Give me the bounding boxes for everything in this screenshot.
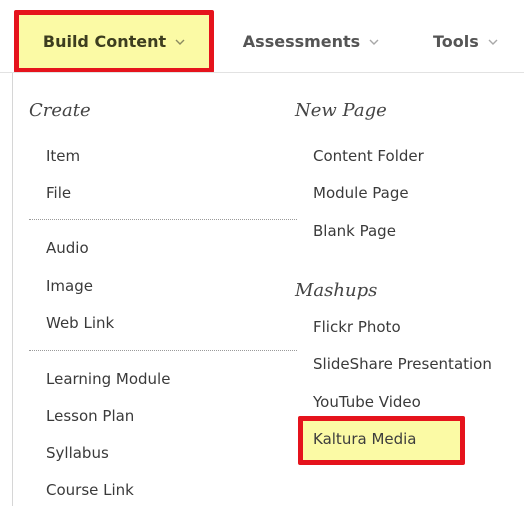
build-content-label: Build Content xyxy=(42,32,167,51)
menu-divider xyxy=(29,219,297,220)
content-toolbar: Build Content Assessments Tools xyxy=(0,10,524,73)
tools-button[interactable]: Tools xyxy=(418,10,524,73)
create-heading: Create xyxy=(29,100,91,121)
assessments-label: Assessments xyxy=(242,32,361,51)
chevron-down-icon xyxy=(488,37,498,47)
assessments-button[interactable]: Assessments xyxy=(229,10,393,73)
menu-item-module-page[interactable]: Module Page xyxy=(313,184,409,202)
menu-item-blank-page[interactable]: Blank Page xyxy=(313,222,396,240)
tools-label: Tools xyxy=(433,32,479,51)
menu-item-web-link[interactable]: Web Link xyxy=(46,314,114,332)
menu-divider xyxy=(29,350,297,351)
menu-item-lesson-plan[interactable]: Lesson Plan xyxy=(46,407,134,425)
menu-item-youtube-video[interactable]: YouTube Video xyxy=(313,393,421,411)
menu-item-slideshare-presentation[interactable]: SlideShare Presentation xyxy=(313,355,492,373)
menu-item-kaltura-media[interactable]: Kaltura Media xyxy=(313,430,417,448)
mashups-heading: Mashups xyxy=(295,280,378,301)
new-page-heading: New Page xyxy=(295,100,387,121)
build-content-button[interactable]: Build Content xyxy=(14,10,214,73)
chevron-down-icon xyxy=(369,37,379,47)
menu-item-learning-module[interactable]: Learning Module xyxy=(46,370,170,388)
menu-item-flickr-photo[interactable]: Flickr Photo xyxy=(313,318,401,336)
menu-item-syllabus[interactable]: Syllabus xyxy=(46,444,109,462)
menu-item-course-link[interactable]: Course Link xyxy=(46,481,134,499)
menu-item-content-folder[interactable]: Content Folder xyxy=(313,147,424,165)
chevron-down-icon xyxy=(175,37,185,47)
menu-item-item[interactable]: Item xyxy=(46,147,80,165)
menu-item-file[interactable]: File xyxy=(46,184,71,202)
menu-item-audio[interactable]: Audio xyxy=(46,239,89,257)
menu-item-image[interactable]: Image xyxy=(46,277,93,295)
